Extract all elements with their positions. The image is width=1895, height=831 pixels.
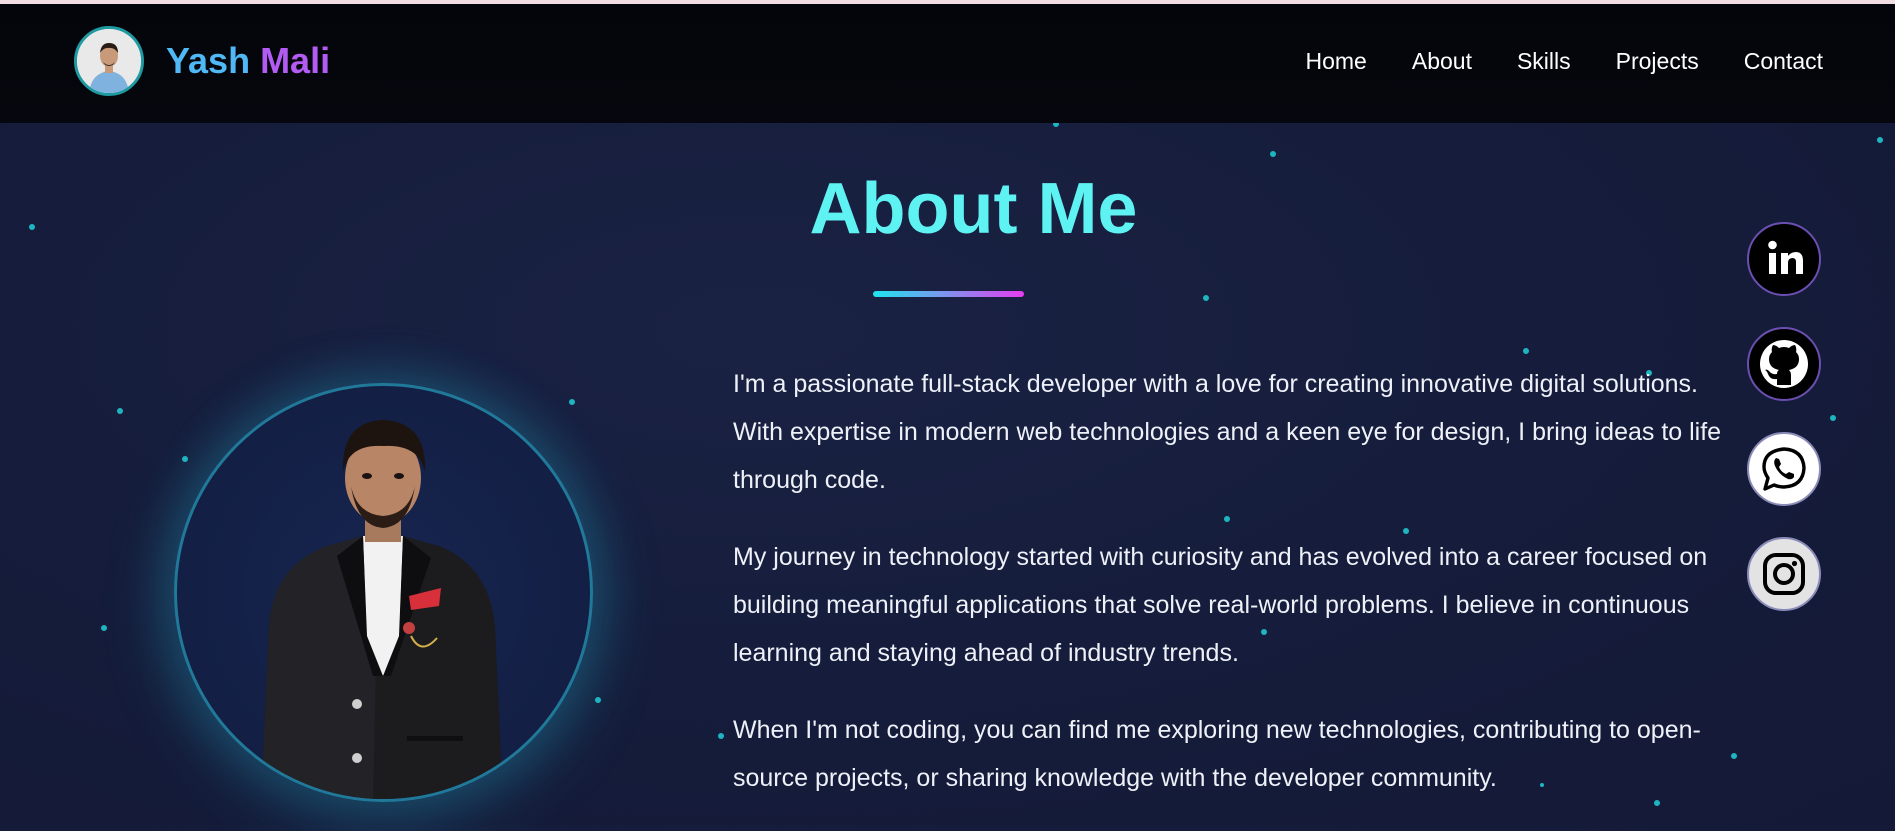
about-text: I'm a passionate full-stack developer wi… [733,360,1753,831]
whatsapp-icon [1762,447,1806,491]
nav-link-home[interactable]: Home [1306,48,1367,75]
brand[interactable]: Yash Mali [74,26,330,96]
about-paragraph: When I'm not coding, you can find me exp… [733,716,1701,792]
title-underline [873,291,1024,297]
brand-name: Yash Mali [166,40,330,82]
instagram-icon [1763,553,1805,595]
section-title: About Me [809,169,1138,249]
about-paragraph: I'm a passionate full-stack developer wi… [733,370,1722,494]
linkedin-button[interactable] [1747,222,1821,296]
brand-last-name: Mali [260,40,331,81]
brand-first-name: Yash [166,40,251,81]
instagram-button[interactable] [1747,537,1821,611]
nav-link-skills[interactable]: Skills [1517,48,1571,75]
nav-links: Home About Skills Projects Contact [1261,48,1824,75]
github-button[interactable] [1747,327,1821,401]
nav-link-projects[interactable]: Projects [1616,48,1699,75]
nav-link-contact[interactable]: Contact [1744,48,1823,75]
linkedin-icon [1768,240,1803,274]
github-icon [1760,340,1808,388]
whatsapp-button[interactable] [1747,432,1821,506]
nav-link-about[interactable]: About [1412,48,1472,75]
about-paragraph: My journey in technology started with cu… [733,543,1708,667]
avatar [74,26,144,96]
profile-photo [174,383,593,802]
navbar: Yash Mali Home About Skills Projects Con… [0,4,1895,123]
